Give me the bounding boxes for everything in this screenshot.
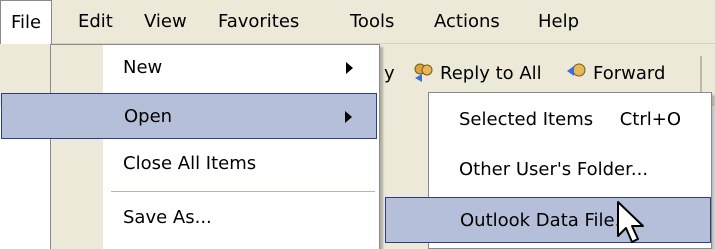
submenu-item-other-users-folder[interactable]: Other User's Folder... (429, 147, 711, 193)
menu-favorites[interactable]: Favorites (208, 0, 309, 44)
menu-file-label: File (11, 12, 42, 33)
toolbar-clipped-y: y (384, 63, 395, 84)
shortcut-label: Ctrl+O (619, 109, 681, 130)
menu-favorites-label: Favorites (218, 11, 300, 32)
reply-all-button[interactable]: Reply to All (412, 59, 542, 89)
menu-edit-label: Edit (78, 11, 113, 32)
reply-all-icon (412, 61, 436, 83)
menu-help-label: Help (538, 11, 580, 32)
file-menu: New Open Close All Items Save As... (1, 44, 380, 249)
menu-item-new[interactable]: New (51, 45, 379, 91)
menu-item-save-as-label: Save As... (123, 207, 212, 228)
menu-item-open[interactable]: Open (1, 93, 377, 139)
menu-item-close-all[interactable]: Close All Items (51, 141, 379, 187)
submenu-item-outlook-data-file-label: Outlook Data File... (460, 210, 632, 231)
forward-label: Forward (593, 63, 666, 84)
reply-all-label: Reply to All (440, 63, 542, 84)
toolbar-separator (700, 56, 706, 92)
menu-separator (111, 191, 375, 192)
submenu-item-outlook-data-file[interactable]: Outlook Data File... (385, 197, 711, 243)
menu-item-new-label: New (123, 57, 163, 78)
menu-file[interactable]: File (0, 0, 53, 44)
submenu-item-selected-items-label: Selected Items (459, 109, 594, 130)
submenu-item-other-users-folder-label: Other User's Folder... (459, 159, 649, 180)
menu-tools[interactable]: Tools (340, 0, 404, 44)
menu-bar: File Edit View Favorites Tools Actions H… (0, 0, 715, 44)
forward-icon (565, 61, 589, 83)
submenu-item-selected-items[interactable]: Selected Items Ctrl+O (429, 97, 711, 143)
open-submenu: Selected Items Ctrl+O Other User's Folde… (385, 92, 712, 249)
menu-actions[interactable]: Actions (424, 0, 510, 44)
submenu-arrow-icon (345, 111, 352, 123)
menu-view-label: View (144, 11, 187, 32)
menu-tools-label: Tools (350, 11, 395, 32)
menu-edit[interactable]: Edit (68, 0, 123, 44)
menu-actions-label: Actions (434, 11, 500, 32)
menu-item-open-label: Open (124, 106, 173, 127)
menu-view[interactable]: View (134, 0, 197, 44)
menu-help[interactable]: Help (528, 0, 589, 44)
mouse-pointer-icon (614, 200, 650, 246)
menu-item-save-as[interactable]: Save As... (51, 195, 379, 241)
menu-item-close-all-label: Close All Items (123, 153, 257, 174)
submenu-arrow-icon (346, 62, 353, 74)
forward-button[interactable]: Forward (565, 59, 665, 89)
